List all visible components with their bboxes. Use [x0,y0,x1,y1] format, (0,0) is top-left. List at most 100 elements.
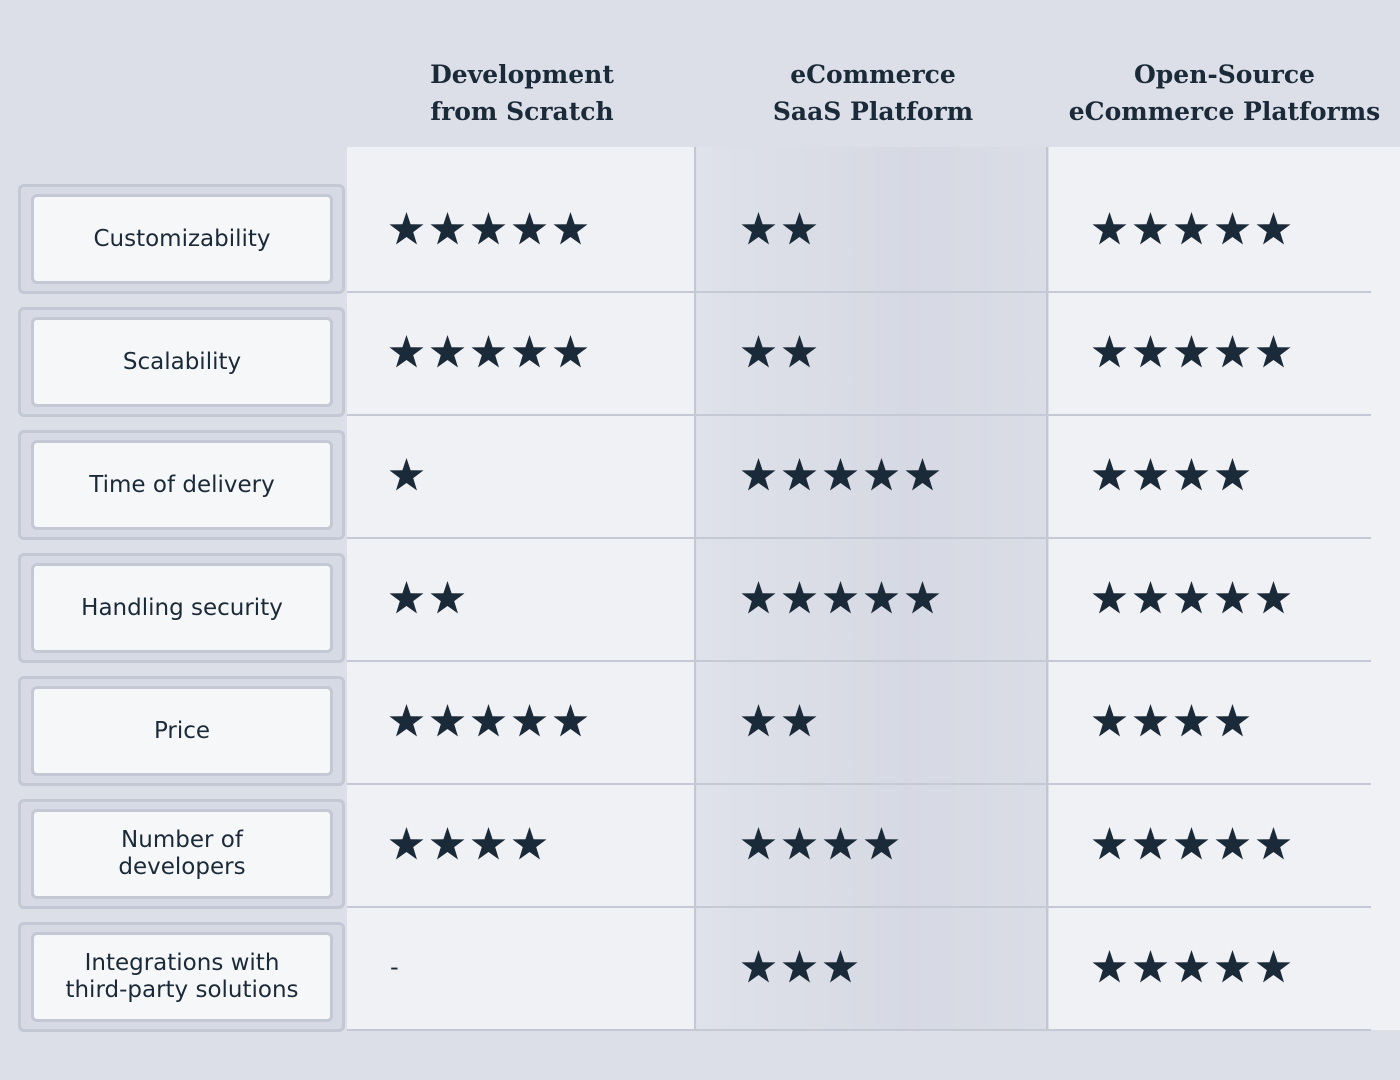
rating-cell-open-source [1091,291,1292,413]
row-label-card: Handling security [18,553,345,663]
star-icon [740,703,777,739]
row-label-card: Number of developers [18,799,345,909]
star-rating [388,211,589,247]
row-label: Customizability [31,194,333,284]
rating-cell-saas-platform [740,537,941,659]
comparison-table: Development from Scratch eCommerce SaaS … [0,0,1400,1080]
star-rating [388,826,548,862]
rating-cell-open-source [1091,168,1292,290]
star-icon [904,580,941,616]
star-rating [740,580,941,616]
star-icon [781,949,818,985]
rating-cell-development-from-scratch [388,783,548,905]
row-label-card: Scalability [18,307,345,417]
star-icon [1173,580,1210,616]
rating-cell-saas-platform [740,168,818,290]
star-icon [1173,334,1210,370]
rating-cell-saas-platform [740,414,941,536]
star-icon [1173,703,1210,739]
star-icon [429,703,466,739]
star-icon [863,826,900,862]
star-icon [1091,949,1128,985]
star-rating [388,703,589,739]
star-icon [552,703,589,739]
star-icon [740,826,777,862]
rating-cell-development-from-scratch [388,414,425,536]
star-icon [1091,457,1128,493]
star-icon [1132,457,1169,493]
star-rating [1091,580,1292,616]
star-icon [1214,826,1251,862]
star-icon [1214,580,1251,616]
row-label: Scalability [31,317,333,407]
star-icon [388,457,425,493]
star-rating [740,457,941,493]
star-icon [863,457,900,493]
star-rating [388,334,589,370]
rating-cell-open-source [1091,537,1292,659]
star-icon [388,580,425,616]
row-label-card: Customizability [18,184,345,294]
star-icon [1132,211,1169,247]
star-icon [1091,826,1128,862]
star-icon [740,211,777,247]
star-icon [1214,211,1251,247]
rating-cell-saas-platform [740,906,859,1028]
star-icon [511,334,548,370]
star-icon [1214,949,1251,985]
star-rating [740,949,859,985]
star-rating [740,703,818,739]
star-icon [822,580,859,616]
star-icon [740,949,777,985]
star-icon [1255,580,1292,616]
no-rating-dash: - [390,953,399,981]
rating-cell-development-from-scratch [388,537,466,659]
star-rating [1091,457,1251,493]
star-icon [1255,211,1292,247]
star-icon [470,334,507,370]
star-icon [1255,334,1292,370]
star-rating [388,457,425,493]
star-icon [1091,211,1128,247]
star-icon [1132,334,1169,370]
star-icon [781,580,818,616]
rating-cell-open-source [1091,414,1251,536]
star-icon [904,457,941,493]
rating-cell-development-from-scratch [388,660,589,782]
star-icon [1132,703,1169,739]
row-label-card: Time of delivery [18,430,345,540]
star-icon [1214,703,1251,739]
star-icon [552,211,589,247]
star-icon [470,211,507,247]
star-icon [552,334,589,370]
row-label: Number of developers [31,809,333,899]
star-icon [511,211,548,247]
star-rating [1091,949,1292,985]
star-icon [1132,826,1169,862]
star-icon [1214,334,1251,370]
rating-cell-development-from-scratch [388,291,589,413]
column-header-open-source-platforms: Open-Source eCommerce Platforms [1068,60,1381,126]
rating-cell-development-from-scratch: - [388,906,399,1028]
star-rating [740,211,818,247]
star-rating [740,334,818,370]
star-rating [1091,334,1292,370]
star-icon [388,826,425,862]
star-icon [1132,949,1169,985]
rating-cell-saas-platform [740,660,818,782]
column-header-development-from-scratch: Development from Scratch [430,60,614,126]
star-icon [429,580,466,616]
star-icon [740,580,777,616]
star-rating [1091,703,1251,739]
star-icon [511,703,548,739]
star-icon [1091,334,1128,370]
star-icon [822,949,859,985]
star-icon [511,826,548,862]
star-icon [470,703,507,739]
star-icon [1214,457,1251,493]
row-label-card: Integrations with third-party solutions [18,922,345,1032]
rating-cell-development-from-scratch [388,168,589,290]
star-icon [822,826,859,862]
star-icon [429,334,466,370]
star-rating [1091,211,1292,247]
